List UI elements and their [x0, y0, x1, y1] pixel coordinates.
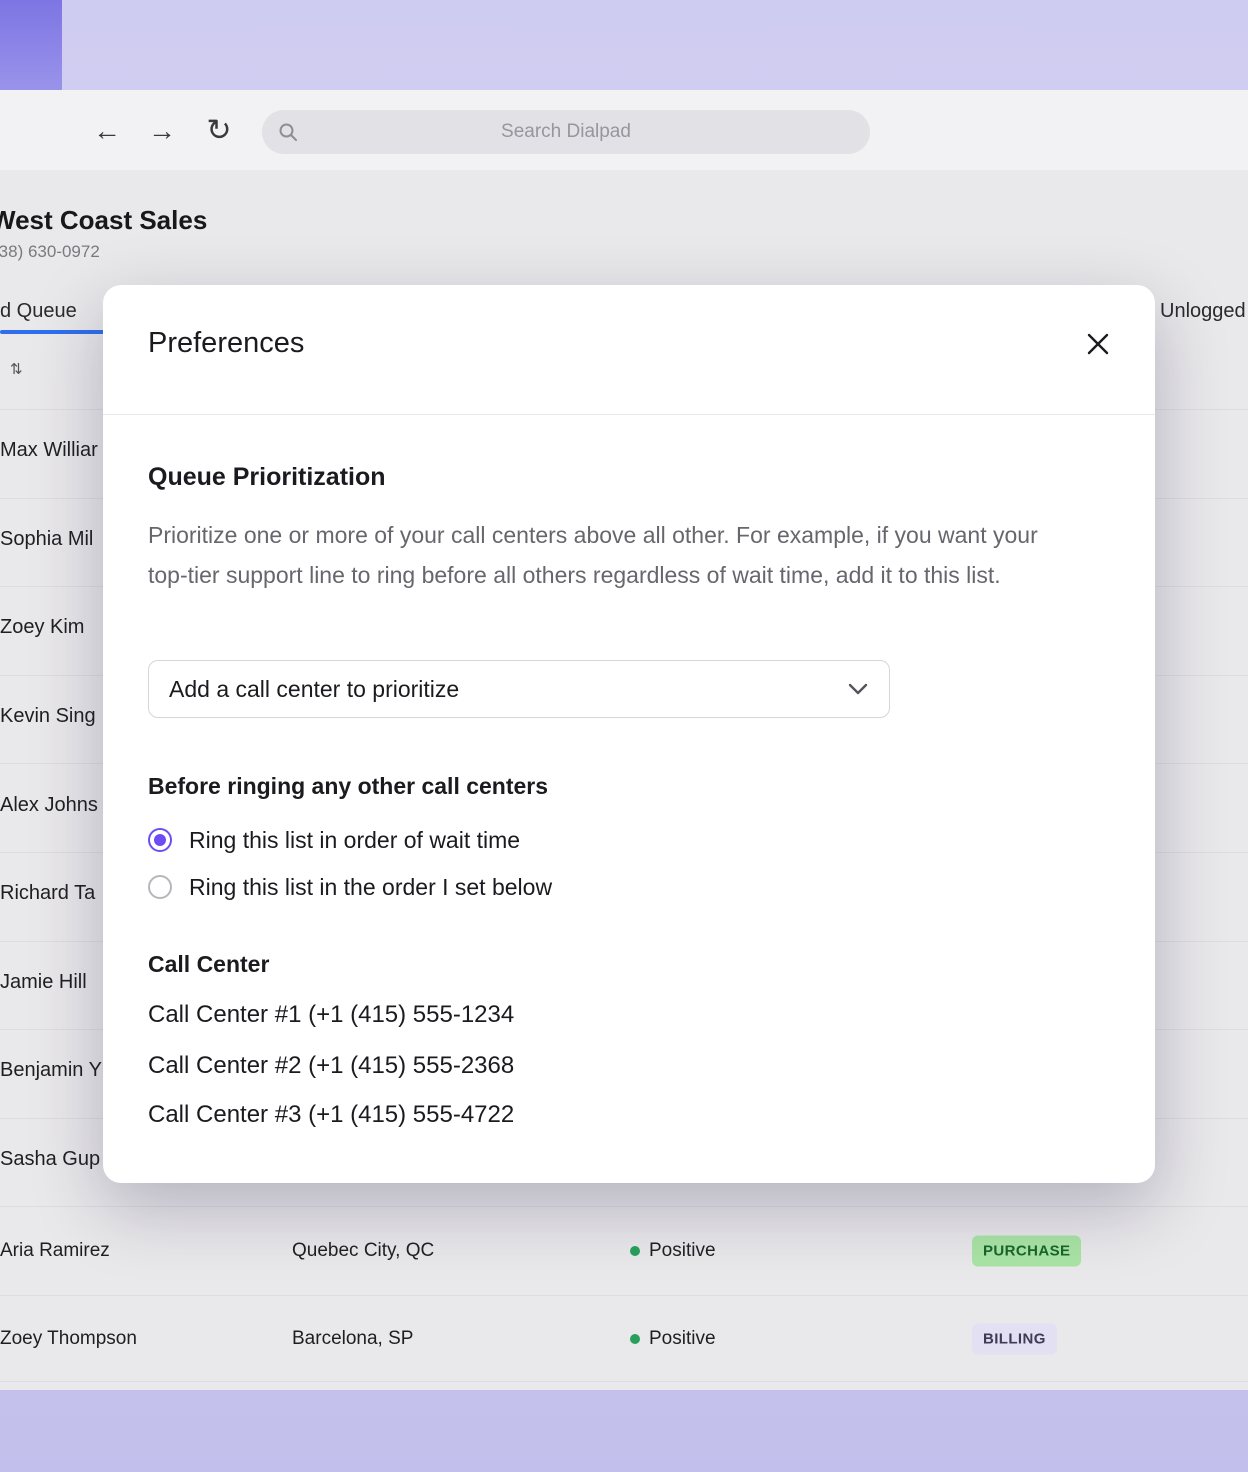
positive-dot-icon — [630, 1334, 640, 1344]
search-input[interactable] — [262, 110, 870, 154]
table-row[interactable]: Richard Ta — [0, 882, 95, 905]
search-bar[interactable] — [262, 110, 870, 154]
billing-badge: BILLING — [972, 1324, 1057, 1355]
table-row[interactable]: Zoey Thompson Barcelona, SP Positive BIL… — [0, 1295, 1248, 1383]
sentiment-cell: Positive — [630, 1328, 716, 1350]
close-button[interactable] — [1081, 327, 1115, 361]
sentiment-cell: Positive — [630, 1240, 716, 1262]
sort-icon[interactable]: ⇅ — [10, 360, 23, 378]
call-center-item: Call Center #2 (+1 (415) 555-2368 — [148, 1052, 514, 1080]
table-row[interactable]: Alex Johns — [0, 794, 98, 817]
table-row[interactable]: Max Williar — [0, 439, 98, 462]
back-icon[interactable]: ← — [90, 116, 124, 146]
radio-order-set-below[interactable]: Ring this list in the order I set below — [148, 872, 552, 902]
table-row[interactable]: Sasha Gup — [0, 1148, 100, 1171]
radio-unselected-icon[interactable] — [148, 875, 172, 899]
close-icon — [1085, 331, 1111, 357]
dialog-header-divider — [103, 414, 1155, 415]
sentiment-label: Positive — [649, 1328, 716, 1350]
radio-label: Ring this list in the order I set below — [189, 874, 552, 901]
desktop-wallpaper-corner — [0, 0, 62, 90]
tag-cell: PURCHASE — [972, 1236, 1081, 1267]
table-row[interactable]: Kevin Sing — [0, 705, 96, 728]
page-phone-number: (38) 630-0972 — [0, 242, 100, 262]
tab-queue[interactable]: d Queue — [0, 300, 77, 323]
page-title: West Coast Sales — [0, 205, 207, 236]
forward-icon[interactable]: → — [145, 116, 179, 146]
radio-label: Ring this list in order of wait time — [189, 827, 520, 854]
table-row[interactable]: Aria Ramirez Quebec City, QC Positive PU… — [0, 1207, 1248, 1295]
queue-prioritization-heading: Queue Prioritization — [148, 463, 386, 492]
queue-prioritization-description: Prioritize one or more of your call cent… — [148, 515, 1083, 595]
reload-icon[interactable]: ↻ — [202, 116, 236, 146]
sentiment-label: Positive — [649, 1240, 716, 1262]
radio-selected-icon[interactable] — [148, 828, 172, 852]
call-center-select-placeholder: Add a call center to prioritize — [169, 676, 847, 703]
call-center-select[interactable]: Add a call center to prioritize — [148, 660, 890, 718]
ring-order-heading: Before ringing any other call centers — [148, 773, 548, 800]
contact-name: Zoey Thompson — [0, 1328, 137, 1350]
browser-toolbar: ← → ↻ — [0, 90, 1248, 170]
search-icon — [278, 122, 298, 142]
call-center-list-heading: Call Center — [148, 951, 269, 978]
table-row[interactable]: Zoey Kim — [0, 616, 84, 639]
table-row[interactable]: Sophia Mil — [0, 528, 93, 551]
call-center-item: Call Center #1 (+1 (415) 555-1234 — [148, 1001, 514, 1029]
positive-dot-icon — [630, 1246, 640, 1256]
tab-unlogged[interactable]: Unlogged — [1160, 300, 1246, 323]
purchase-badge: PURCHASE — [972, 1236, 1081, 1267]
contact-name: Aria Ramirez — [0, 1240, 110, 1262]
table-row[interactable]: Jamie Hill — [0, 971, 87, 994]
radio-wait-time[interactable]: Ring this list in order of wait time — [148, 825, 520, 855]
chevron-down-icon — [847, 682, 869, 696]
call-center-item: Call Center #3 (+1 (415) 555-4722 — [148, 1101, 514, 1129]
dialog-title: Preferences — [148, 327, 304, 360]
preferences-dialog: Preferences Queue Prioritization Priorit… — [103, 285, 1155, 1183]
tag-cell: BILLING — [972, 1324, 1057, 1355]
table-row[interactable]: Benjamin Y — [0, 1059, 102, 1082]
contact-location: Barcelona, SP — [292, 1328, 413, 1350]
contact-location: Quebec City, QC — [292, 1240, 434, 1262]
